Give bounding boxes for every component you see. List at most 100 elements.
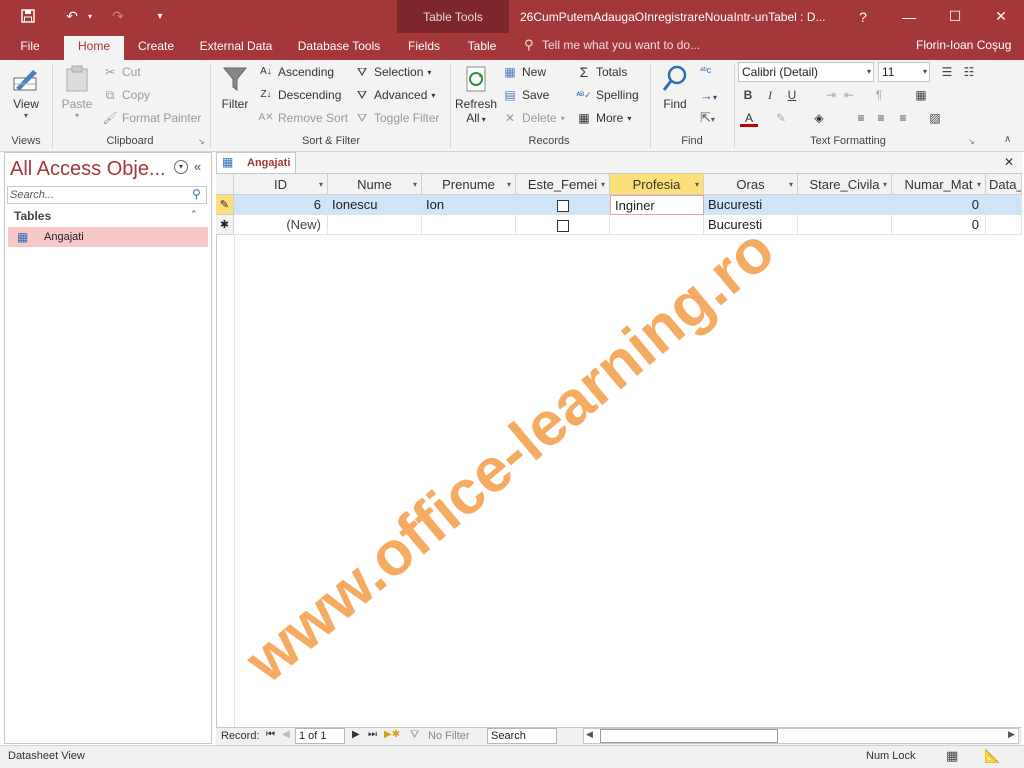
- minimize-button[interactable]: —: [886, 0, 932, 33]
- cell-este-femei[interactable]: [516, 195, 610, 215]
- descending-button[interactable]: Z↓ Descending: [258, 88, 341, 102]
- column-header-profesia[interactable]: Profesia ▾: [610, 174, 704, 195]
- nav-menu-icon[interactable]: ▾: [174, 160, 188, 174]
- gridlines-icon[interactable]: ▦: [912, 86, 930, 104]
- cell-prenume[interactable]: Ion: [422, 195, 516, 215]
- cell-este-femei-new[interactable]: [516, 215, 610, 235]
- cell-numar-mat[interactable]: 0: [892, 195, 986, 215]
- toggle-filter-button[interactable]: ⛛ Toggle Filter: [354, 111, 439, 125]
- close-document-button[interactable]: ✕: [1004, 155, 1014, 169]
- checkbox[interactable]: [556, 199, 569, 212]
- chevron-down-icon[interactable]: ▾: [695, 174, 699, 194]
- search-icon[interactable]: ⚲: [192, 187, 201, 201]
- column-header-este-femei[interactable]: Este_Femei ▾: [516, 174, 610, 195]
- tab-table[interactable]: Table: [460, 36, 504, 60]
- design-view-icon[interactable]: 📐: [984, 748, 1000, 764]
- replace-icon[interactable]: ᵃᵇc: [700, 65, 711, 75]
- dialog-launcher-icon[interactable]: ↘: [198, 137, 205, 146]
- shutter-bar-icon[interactable]: «: [194, 159, 201, 174]
- delete-record-button[interactable]: ✕ Delete ▾: [502, 111, 565, 125]
- numbering-icon[interactable]: ☷: [960, 63, 978, 81]
- last-record-icon[interactable]: ⏭: [368, 729, 377, 740]
- cell-id-new[interactable]: (New): [234, 215, 328, 235]
- collapse-ribbon-icon[interactable]: ∧: [1004, 134, 1011, 145]
- cell-oras[interactable]: Bucuresti: [704, 195, 798, 215]
- ascending-button[interactable]: A↓ Ascending: [258, 65, 334, 79]
- tab-home[interactable]: Home: [64, 36, 125, 60]
- font-color-icon[interactable]: A: [740, 109, 758, 127]
- selection-button[interactable]: ⛛ Selection ▾: [354, 65, 431, 79]
- bold-button[interactable]: B: [739, 86, 757, 104]
- refresh-all-button[interactable]: Refresh All ▾: [454, 64, 498, 125]
- view-button[interactable]: View ▾: [6, 64, 46, 120]
- column-header-id[interactable]: ID ▾: [234, 174, 328, 195]
- next-record-icon[interactable]: ▶: [352, 729, 360, 740]
- tab-file[interactable]: File: [12, 36, 48, 60]
- underline-button[interactable]: U: [783, 86, 801, 104]
- font-name-select[interactable]: Calibri (Detail) ▾: [738, 62, 874, 82]
- column-header-oras[interactable]: Oras ▾: [704, 174, 798, 195]
- record-selector[interactable]: ✎: [216, 195, 234, 215]
- tab-fields[interactable]: Fields: [402, 36, 446, 60]
- new-record-selector[interactable]: ✱: [216, 215, 234, 235]
- current-record-field[interactable]: 1 of 1: [295, 728, 345, 744]
- checkbox[interactable]: [556, 219, 569, 232]
- advanced-button[interactable]: ⛛ Advanced ▾: [354, 88, 435, 102]
- cell-nume-new[interactable]: [328, 215, 422, 235]
- new-record-nav-icon[interactable]: ▶✱: [384, 729, 400, 740]
- record-search-input[interactable]: Search: [487, 728, 557, 744]
- column-header-nume[interactable]: Nume ▾: [328, 174, 422, 195]
- scroll-left-icon[interactable]: ◀: [586, 729, 593, 740]
- column-header-stare-civila[interactable]: Stare_Civila ▾: [798, 174, 892, 195]
- no-filter-label[interactable]: No Filter: [428, 730, 470, 742]
- chevron-down-icon[interactable]: ▾: [413, 174, 417, 194]
- tab-create[interactable]: Create: [130, 36, 182, 60]
- remove-sort-button[interactable]: A✕ Remove Sort: [258, 111, 348, 125]
- maximize-button[interactable]: ☐: [932, 0, 978, 33]
- find-button[interactable]: Find: [656, 64, 694, 111]
- nav-pane-title[interactable]: All Access Obje...: [10, 158, 166, 181]
- select-icon[interactable]: ⇱▾: [700, 110, 715, 126]
- tab-database-tools[interactable]: Database Tools: [290, 36, 388, 60]
- customize-toolbar-icon[interactable]: ▾: [148, 5, 172, 27]
- save-icon[interactable]: [16, 5, 40, 27]
- cut-button[interactable]: ✂ Cut: [102, 65, 141, 79]
- help-button[interactable]: ?: [840, 0, 886, 33]
- cell-data-new[interactable]: [986, 215, 1022, 235]
- save-record-button[interactable]: ▤ Save: [502, 88, 549, 102]
- cell-profesia-editing[interactable]: Inginer: [610, 195, 704, 215]
- bullets-icon[interactable]: ☰: [938, 63, 956, 81]
- cell-nume[interactable]: Ionescu: [328, 195, 422, 215]
- undo-dropdown-icon[interactable]: ▾: [78, 5, 102, 27]
- scroll-right-icon[interactable]: ▶: [1008, 729, 1015, 740]
- scrollbar-thumb[interactable]: [600, 729, 778, 743]
- datasheet-grid[interactable]: [216, 174, 1022, 727]
- nav-search-input[interactable]: Search...: [7, 186, 207, 204]
- nav-group-tables[interactable]: Tables: [8, 207, 208, 225]
- column-header-numar-mat[interactable]: Numar_Mat ▾: [892, 174, 986, 195]
- totals-button[interactable]: Σ Totals: [576, 65, 628, 79]
- copy-button[interactable]: ⧉ Copy: [102, 88, 150, 102]
- cell-numar-mat-new[interactable]: 0: [892, 215, 986, 235]
- chevron-down-icon[interactable]: ▾: [883, 174, 887, 194]
- collapse-group-icon[interactable]: ⌃: [190, 209, 198, 220]
- first-record-icon[interactable]: ⏮: [266, 729, 275, 740]
- chevron-down-icon[interactable]: ▾: [977, 174, 981, 194]
- fill-color-icon[interactable]: ◈: [810, 109, 828, 127]
- tell-me-search[interactable]: Tell me what you want to do...: [542, 38, 700, 52]
- alternate-row-color-icon[interactable]: ▨: [926, 109, 944, 127]
- format-painter-button[interactable]: 🖌 Format Painter: [102, 111, 201, 125]
- align-left-icon[interactable]: ≡: [852, 109, 870, 127]
- new-record-button[interactable]: ▦ New: [502, 65, 546, 79]
- nav-item-angajati[interactable]: Angajati: [8, 227, 208, 247]
- chevron-down-icon[interactable]: ▾: [789, 174, 793, 194]
- cell-data[interactable]: [986, 195, 1022, 215]
- cell-prenume-new[interactable]: [422, 215, 516, 235]
- tab-external-data[interactable]: External Data: [194, 36, 278, 60]
- cell-stare-civila-new[interactable]: [798, 215, 892, 235]
- dialog-launcher-icon[interactable]: ↘: [968, 137, 975, 146]
- paste-button[interactable]: Paste ▾: [58, 64, 96, 120]
- align-right-icon[interactable]: ≡: [894, 109, 912, 127]
- cell-stare-civila[interactable]: [798, 195, 892, 215]
- column-header-data[interactable]: Data_: [986, 174, 1022, 195]
